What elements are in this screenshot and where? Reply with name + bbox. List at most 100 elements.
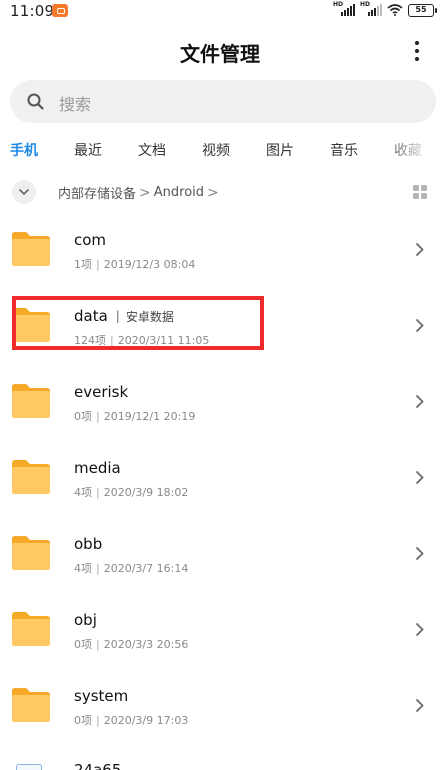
item-name: com — [74, 231, 107, 249]
item-name-line: media — [74, 459, 121, 477]
list-item[interactable]: obj 0项 | 2020/3/3 20:56 — [0, 592, 440, 668]
tabs-fade — [380, 134, 440, 164]
list-item[interactable]: system 0项 | 2020/3/9 17:03 — [0, 668, 440, 744]
meta-separator: | — [96, 410, 100, 423]
item-name: obj — [74, 611, 97, 629]
item-date: 2020/3/9 17:03 — [103, 714, 189, 727]
item-meta: 4项 | 2020/3/9 18:02 — [74, 484, 188, 500]
chevron-down-icon — [18, 188, 30, 196]
item-meta: 0项 | 2019/12/1 20:19 — [74, 408, 195, 424]
folder-icon — [12, 308, 50, 342]
tab-phone[interactable]: 手机 — [10, 140, 38, 160]
item-count: 124项 — [74, 334, 106, 347]
list-item[interactable]: com 1项 | 2019/12/3 08:04 — [0, 212, 440, 288]
item-name: obb — [74, 535, 103, 553]
folder-icon — [12, 232, 50, 266]
folder-icon — [12, 460, 50, 494]
item-name-line: obb — [74, 535, 102, 553]
breadcrumb-current[interactable]: Android — [154, 185, 204, 200]
breadcrumb: 内部存储设备 > Android > — [58, 183, 222, 203]
list-item[interactable]: everisk 0项 | 2019/12/1 20:19 — [0, 364, 440, 440]
page-title: 文件管理 — [180, 42, 260, 66]
item-count: 0项 — [74, 638, 92, 651]
notification-app-icon — [52, 4, 68, 17]
chevron-right-icon — [415, 470, 424, 485]
collapse-button[interactable] — [12, 180, 36, 204]
item-name: system — [74, 687, 129, 705]
chevron-right-icon — [415, 394, 424, 409]
meta-separator: | — [96, 258, 100, 271]
list-item[interactable]: data | 安卓数据 124项 | 2020/3/11 11:05 — [0, 288, 440, 364]
item-meta: 1项 | 2019/12/3 08:04 — [74, 256, 195, 272]
file-manager-screen: 11:09 HD HD 55 文件管理 搜索 手机 最近 文档 视频 图片 音乐… — [0, 0, 440, 770]
meta-separator: | — [96, 486, 100, 499]
item-count: 0项 — [74, 410, 92, 423]
item-count: 4项 — [74, 562, 92, 575]
file-list: com 1项 | 2019/12/3 08:04 data | 安卓数据 124项 |… — [0, 212, 440, 744]
folder-icon — [12, 688, 50, 722]
category-tabs: 手机 最近 文档 视频 图片 音乐 收藏 — [0, 134, 440, 164]
item-date: 2020/3/7 16:14 — [103, 562, 189, 575]
tab-documents[interactable]: 文档 — [138, 140, 166, 160]
signal-icon-2: HD — [360, 1, 382, 16]
item-date: 2020/3/9 18:02 — [103, 486, 189, 499]
tab-recent[interactable]: 最近 — [74, 140, 102, 160]
item-meta: 4项 | 2020/3/7 16:14 — [74, 560, 188, 576]
chevron-right-icon — [415, 242, 424, 257]
item-name: everisk — [74, 383, 129, 401]
search-bar[interactable]: 搜索 — [10, 80, 436, 123]
breadcrumb-root[interactable]: 内部存储设备 — [58, 183, 136, 202]
status-time: 11:09 — [10, 2, 55, 20]
item-date: 2019/12/1 20:19 — [103, 410, 196, 423]
chevron-right-icon — [415, 546, 424, 561]
tag-separator: | — [115, 309, 120, 323]
battery-icon: 55 — [408, 3, 437, 17]
item-meta: 124项 | 2020/3/11 11:05 — [74, 332, 209, 348]
file-icon — [16, 764, 42, 770]
item-count: 1项 — [74, 258, 92, 271]
item-name-line: obj — [74, 611, 97, 629]
wifi-icon — [387, 4, 403, 16]
signal-icon: HD — [333, 1, 355, 16]
item-meta: 0项 | 2020/3/9 17:03 — [74, 712, 188, 728]
folder-icon — [12, 384, 50, 418]
tab-videos[interactable]: 视频 — [202, 140, 230, 160]
signal-hd-label: HD — [333, 1, 344, 8]
item-meta: 0项 | 2020/3/3 20:56 — [74, 636, 188, 652]
tab-music[interactable]: 音乐 — [330, 140, 358, 160]
tab-pictures[interactable]: 图片 — [266, 140, 294, 160]
more-options-icon[interactable] — [414, 41, 420, 61]
meta-separator: | — [96, 714, 100, 727]
search-input[interactable]: 搜索 — [59, 91, 91, 115]
partial-item-name[interactable]: 24a65 — [74, 762, 121, 770]
battery-level: 55 — [415, 4, 427, 14]
chevron-right-icon — [415, 698, 424, 713]
item-tag: 安卓数据 — [125, 309, 174, 324]
signal-hd-label-2: HD — [360, 1, 371, 8]
item-date: 2019/12/3 08:04 — [103, 258, 196, 271]
item-date: 2020/3/3 20:56 — [103, 638, 189, 651]
item-name-line: com — [74, 231, 106, 249]
meta-separator: | — [110, 334, 114, 347]
chevron-right-icon — [415, 318, 424, 333]
item-name: media — [74, 459, 121, 477]
list-item[interactable]: obb 4项 | 2020/3/7 16:14 — [0, 516, 440, 592]
title-bar: 文件管理 — [0, 30, 440, 72]
breadcrumb-separator-end: > — [207, 184, 219, 201]
item-name: data — [74, 307, 108, 325]
item-name-line: data | 安卓数据 — [74, 307, 174, 325]
meta-separator: | — [96, 562, 100, 575]
folder-icon — [12, 612, 50, 646]
status-bar: 11:09 HD HD 55 — [0, 0, 440, 22]
status-icons: HD HD 55 — [333, 1, 437, 18]
breadcrumb-bar: 内部存储设备 > Android > — [0, 177, 440, 207]
grid-view-icon[interactable] — [413, 185, 427, 199]
folder-icon — [12, 536, 50, 570]
list-item[interactable]: media 4项 | 2020/3/9 18:02 — [0, 440, 440, 516]
item-name-line: system — [74, 687, 128, 705]
item-count: 4项 — [74, 486, 92, 499]
item-count: 0项 — [74, 714, 92, 727]
item-name-line: everisk — [74, 383, 128, 401]
meta-separator: | — [96, 638, 100, 651]
breadcrumb-separator: > — [139, 184, 151, 201]
